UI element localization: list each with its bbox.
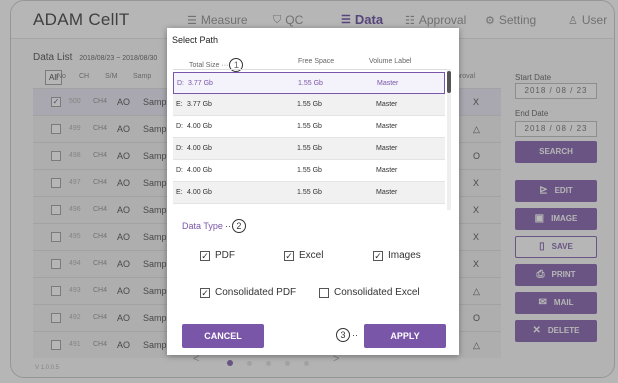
column-free-space: Free Space: [298, 58, 335, 65]
drive-letter: E:: [176, 101, 183, 108]
drive-letter: D:: [177, 80, 184, 87]
volume-label: Master: [377, 80, 399, 87]
volume-label: Master: [376, 145, 398, 152]
column-volume-label: Volume Label: [369, 58, 412, 65]
callout-marker-2: 2: [231, 219, 246, 233]
path-list-scrollbar[interactable]: [447, 69, 451, 210]
volume-label: Master: [376, 189, 398, 196]
path-row[interactable]: E: 3.77 Gb 1.55 Gb Master: [173, 94, 445, 116]
data-type-label: Data Type: [182, 221, 223, 231]
images-label: Images: [388, 250, 421, 261]
cancel-button[interactable]: CANCEL: [182, 324, 264, 348]
path-row[interactable]: D:4.00 Gb1.55 GbMaster: [173, 204, 445, 210]
option-images[interactable]: ✓ Images: [373, 250, 421, 261]
path-row[interactable]: D: 4.00 Gb 1.55 Gb Master: [173, 160, 445, 182]
drive-letter: D:: [176, 123, 183, 130]
option-pdf[interactable]: ✓ PDF: [200, 250, 235, 261]
drive-letter: E:: [176, 189, 183, 196]
option-consolidated-pdf[interactable]: ✓ Consolidated PDF: [200, 287, 296, 298]
path-row[interactable]: E: 4.00 Gb 1.55 Gb Master: [173, 182, 445, 204]
pdf-checkbox[interactable]: ✓: [200, 250, 210, 261]
path-row[interactable]: D: 4.00 Gb 1.55 Gb Master: [173, 138, 445, 160]
select-path-dialog: Select Path Total Size ··· 1 Free Space …: [167, 28, 459, 355]
free-space: 1.55 Gb: [297, 145, 322, 152]
callout-leader: ··: [224, 221, 231, 231]
consolidated-excel-label: Consolidated Excel: [334, 287, 420, 298]
pdf-label: PDF: [215, 250, 235, 261]
total-size: 4.00 Gb: [187, 145, 212, 152]
consolidated-excel-checkbox[interactable]: [319, 287, 329, 298]
volume-label: Master: [376, 167, 398, 174]
apply-button[interactable]: APPLY: [364, 324, 446, 348]
scrollbar-thumb[interactable]: [447, 71, 451, 93]
apply-callout: 3 ··: [335, 328, 358, 342]
total-size-label: Total Size: [189, 61, 220, 69]
volume-label: Master: [376, 101, 398, 108]
total-size: 4.00 Gb: [187, 123, 212, 130]
excel-checkbox[interactable]: ✓: [284, 250, 294, 261]
drive-letter: D:: [176, 145, 183, 152]
free-space: 1.55 Gb: [297, 123, 322, 130]
volume-label: Master: [376, 123, 398, 130]
path-row[interactable]: D: 4.00 Gb 1.55 Gb Master: [173, 116, 445, 138]
callout-leader: ··: [352, 330, 358, 340]
consolidated-pdf-checkbox[interactable]: ✓: [200, 287, 210, 298]
path-row[interactable]: D: 3.77 Gb 1.55 Gb Master: [173, 72, 445, 94]
option-excel[interactable]: ✓ Excel: [284, 250, 323, 261]
path-list: D: 3.77 Gb 1.55 Gb Master E: 3.77 Gb 1.55 Gb Ma…: [173, 69, 451, 210]
free-space: 1.55 Gb: [298, 80, 323, 87]
total-size: 4.00 Gb: [187, 189, 212, 196]
callout-marker-3: 3: [336, 328, 350, 342]
consolidated-pdf-label: Consolidated PDF: [215, 287, 297, 298]
drive-letter: D:: [176, 167, 183, 174]
free-space: 1.55 Gb: [297, 101, 322, 108]
images-checkbox[interactable]: ✓: [373, 250, 383, 261]
option-consolidated-excel[interactable]: Consolidated Excel: [319, 287, 420, 298]
dialog-title: Select Path: [172, 35, 219, 45]
free-space: 1.55 Gb: [297, 167, 322, 174]
total-size: 3.77 Gb: [187, 101, 212, 108]
total-size: 4.00 Gb: [187, 167, 212, 174]
free-space: 1.55 Gb: [297, 189, 322, 196]
total-size: 3.77 Gb: [188, 80, 213, 87]
data-type-heading: Data Type ·· 2: [182, 219, 246, 233]
excel-label: Excel: [299, 250, 324, 261]
callout-leader: ···: [221, 61, 229, 69]
